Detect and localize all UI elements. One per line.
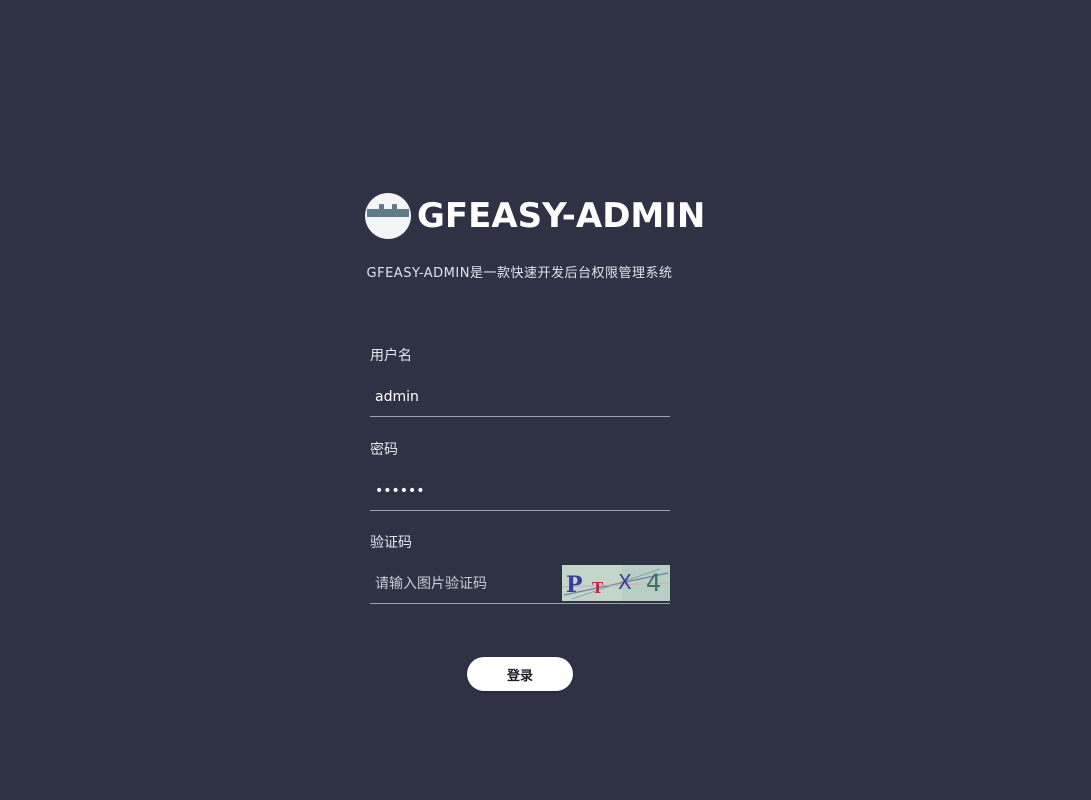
captcha-label: 验证码	[370, 535, 412, 551]
captcha-char: P	[566, 572, 583, 598]
password-label: 密码	[370, 442, 398, 458]
captcha-field-wrapper: P T X 4	[370, 565, 670, 604]
brand-header: GFEASY-ADMIN	[365, 192, 705, 240]
username-group: 用户名	[370, 346, 670, 417]
captcha-input[interactable]	[370, 565, 560, 603]
app-title: GFEASY-ADMIN	[417, 196, 706, 236]
username-label: 用户名	[370, 348, 412, 364]
app-subtitle: GFEASY-ADMIN是一款快速开发后台权限管理系统	[366, 266, 673, 281]
login-page: GFEASY-ADMIN GFEASY-ADMIN是一款快速开发后台权限管理系统…	[0, 0, 1091, 800]
login-form: 用户名 密码 验证码	[370, 346, 670, 604]
password-group: 密码	[370, 440, 670, 511]
captcha-char: X	[618, 570, 632, 594]
captcha-char: T	[592, 579, 604, 597]
captcha-graphic: P T X 4	[562, 565, 670, 601]
robot-face-icon	[365, 193, 411, 239]
password-field-wrapper	[370, 472, 670, 511]
captcha-char: 4	[646, 569, 661, 597]
username-input[interactable]	[370, 378, 670, 416]
captcha-image[interactable]: P T X 4	[562, 565, 670, 601]
captcha-group: 验证码 P T X 4	[370, 533, 670, 604]
password-input[interactable]	[370, 472, 670, 510]
username-field-wrapper	[370, 378, 670, 417]
login-button[interactable]: 登录	[467, 657, 573, 691]
